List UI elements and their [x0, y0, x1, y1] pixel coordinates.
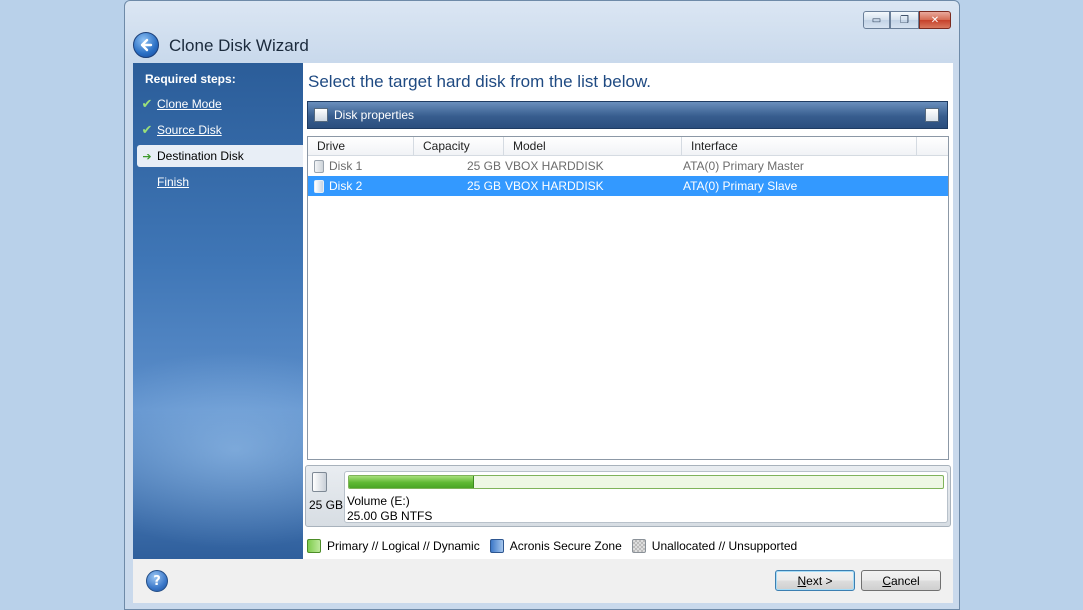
disk-properties-icon [314, 108, 328, 122]
hard-disk-icon [314, 159, 324, 173]
cancel-accelerator: C [882, 573, 891, 588]
drive-name: Disk 1 [329, 159, 363, 173]
volume-usage-bar [348, 475, 944, 489]
disk-list-table: Drive Capacity Model Interface Disk 1 25… [307, 136, 949, 460]
legend-item-unallocated: Unallocated // Unsupported [631, 539, 798, 553]
column-header-model[interactable]: Model [504, 137, 682, 155]
table-row-selected[interactable]: Disk 2 25 GB VBOX HARDDISK ATA(0) Primar… [308, 176, 948, 196]
help-button[interactable]: ? [146, 570, 168, 592]
drive-name: Disk 2 [329, 179, 363, 193]
sidebar-item-label: Destination Disk [157, 149, 244, 163]
sidebar-item-clone-mode[interactable]: ✔ Clone Mode [137, 93, 303, 115]
minimize-button[interactable]: ▭ [863, 11, 890, 29]
interface-cell: ATA(0) Primary Slave [683, 179, 798, 193]
disk-properties-bar[interactable]: Disk properties [307, 101, 948, 129]
maximize-button[interactable]: ❐ [890, 11, 919, 29]
model-cell: VBOX HARDDISK [505, 179, 604, 193]
window-controls: ▭ ❐ ✕ [863, 11, 951, 29]
check-icon: ✔ [141, 96, 153, 112]
wizard-window: ▭ ❐ ✕ Clone Disk Wizard Required steps: … [124, 0, 960, 610]
close-button[interactable]: ✕ [919, 11, 951, 29]
volume-block[interactable]: Volume (E:) 25.00 GB NTFS [344, 471, 948, 523]
legend-label: Unallocated // Unsupported [651, 539, 798, 553]
disk-size-label: 25 GB [309, 498, 344, 512]
next-accelerator: N [797, 573, 807, 588]
sidebar-item-label: Clone Mode [157, 97, 222, 111]
cancel-button[interactable]: Cancel [861, 570, 941, 591]
volume-name: Volume (E:) [347, 494, 410, 508]
capacity-cell: 25 GB [466, 179, 501, 193]
cancel-label: ancel [890, 573, 920, 588]
legend-item-primary: Primary // Logical // Dynamic [307, 539, 480, 553]
legend-label: Acronis Secure Zone [509, 539, 622, 553]
next-button[interactable]: Next > [775, 570, 855, 591]
sidebar-item-finish[interactable]: Finish [137, 171, 303, 193]
column-header-drive[interactable]: Drive [308, 137, 414, 155]
primary-swatch-icon [307, 539, 321, 553]
interface-cell: ATA(0) Primary Master [683, 159, 804, 173]
column-header-interface[interactable]: Interface [682, 137, 917, 155]
model-cell: VBOX HARDDISK [505, 159, 604, 173]
sidebar-item-source-disk[interactable]: ✔ Source Disk [137, 119, 303, 141]
title-bar: ▭ ❐ ✕ Clone Disk Wizard [125, 1, 959, 63]
table-header: Drive Capacity Model Interface [308, 137, 948, 156]
page-title: Select the target hard disk from the lis… [308, 72, 652, 91]
unallocated-swatch-icon [631, 539, 646, 553]
disk-properties-label: Disk properties [334, 108, 415, 122]
hard-disk-icon [314, 179, 324, 193]
capacity-cell: 25 GB [466, 159, 501, 173]
steps-sidebar: Required steps: ✔ Clone Mode ✔ Source Di… [133, 63, 303, 559]
main-panel: Select the target hard disk from the lis… [303, 63, 953, 559]
legend-item-secure-zone: Acronis Secure Zone [489, 539, 622, 553]
volume-usage-fill [349, 476, 474, 488]
hard-disk-icon [312, 472, 327, 492]
back-button[interactable] [133, 32, 159, 58]
secure-zone-swatch-icon [489, 539, 504, 553]
legend-label: Primary // Logical // Dynamic [327, 539, 480, 553]
sidebar-item-destination-disk[interactable]: ➔ Destination Disk [137, 145, 303, 167]
table-row[interactable]: Disk 1 25 GB VBOX HARDDISK ATA(0) Primar… [308, 156, 948, 176]
column-header-capacity[interactable]: Capacity [414, 137, 504, 155]
next-label: ext > [806, 573, 833, 588]
wizard-footer: ? Next > Cancel [133, 559, 953, 603]
check-icon: ✔ [141, 122, 153, 138]
drive-cell: Disk 2 [308, 179, 413, 193]
sidebar-item-label: Source Disk [157, 123, 222, 137]
volume-info: 25.00 GB NTFS [347, 509, 433, 523]
drive-cell: Disk 1 [308, 159, 413, 173]
window-title: Clone Disk Wizard [169, 36, 309, 55]
partition-legend: Primary // Logical // Dynamic Acronis Se… [307, 537, 807, 555]
column-header-spacer [917, 137, 948, 155]
properties-edit-icon[interactable] [925, 108, 939, 122]
sidebar-heading: Required steps: [145, 72, 236, 86]
arrow-right-icon: ➔ [142, 149, 152, 163]
sidebar-item-label: Finish [157, 175, 190, 189]
disk-map-panel: 25 GB Volume (E:) 25.00 GB NTFS [305, 465, 951, 527]
back-arrow-icon [140, 38, 153, 52]
